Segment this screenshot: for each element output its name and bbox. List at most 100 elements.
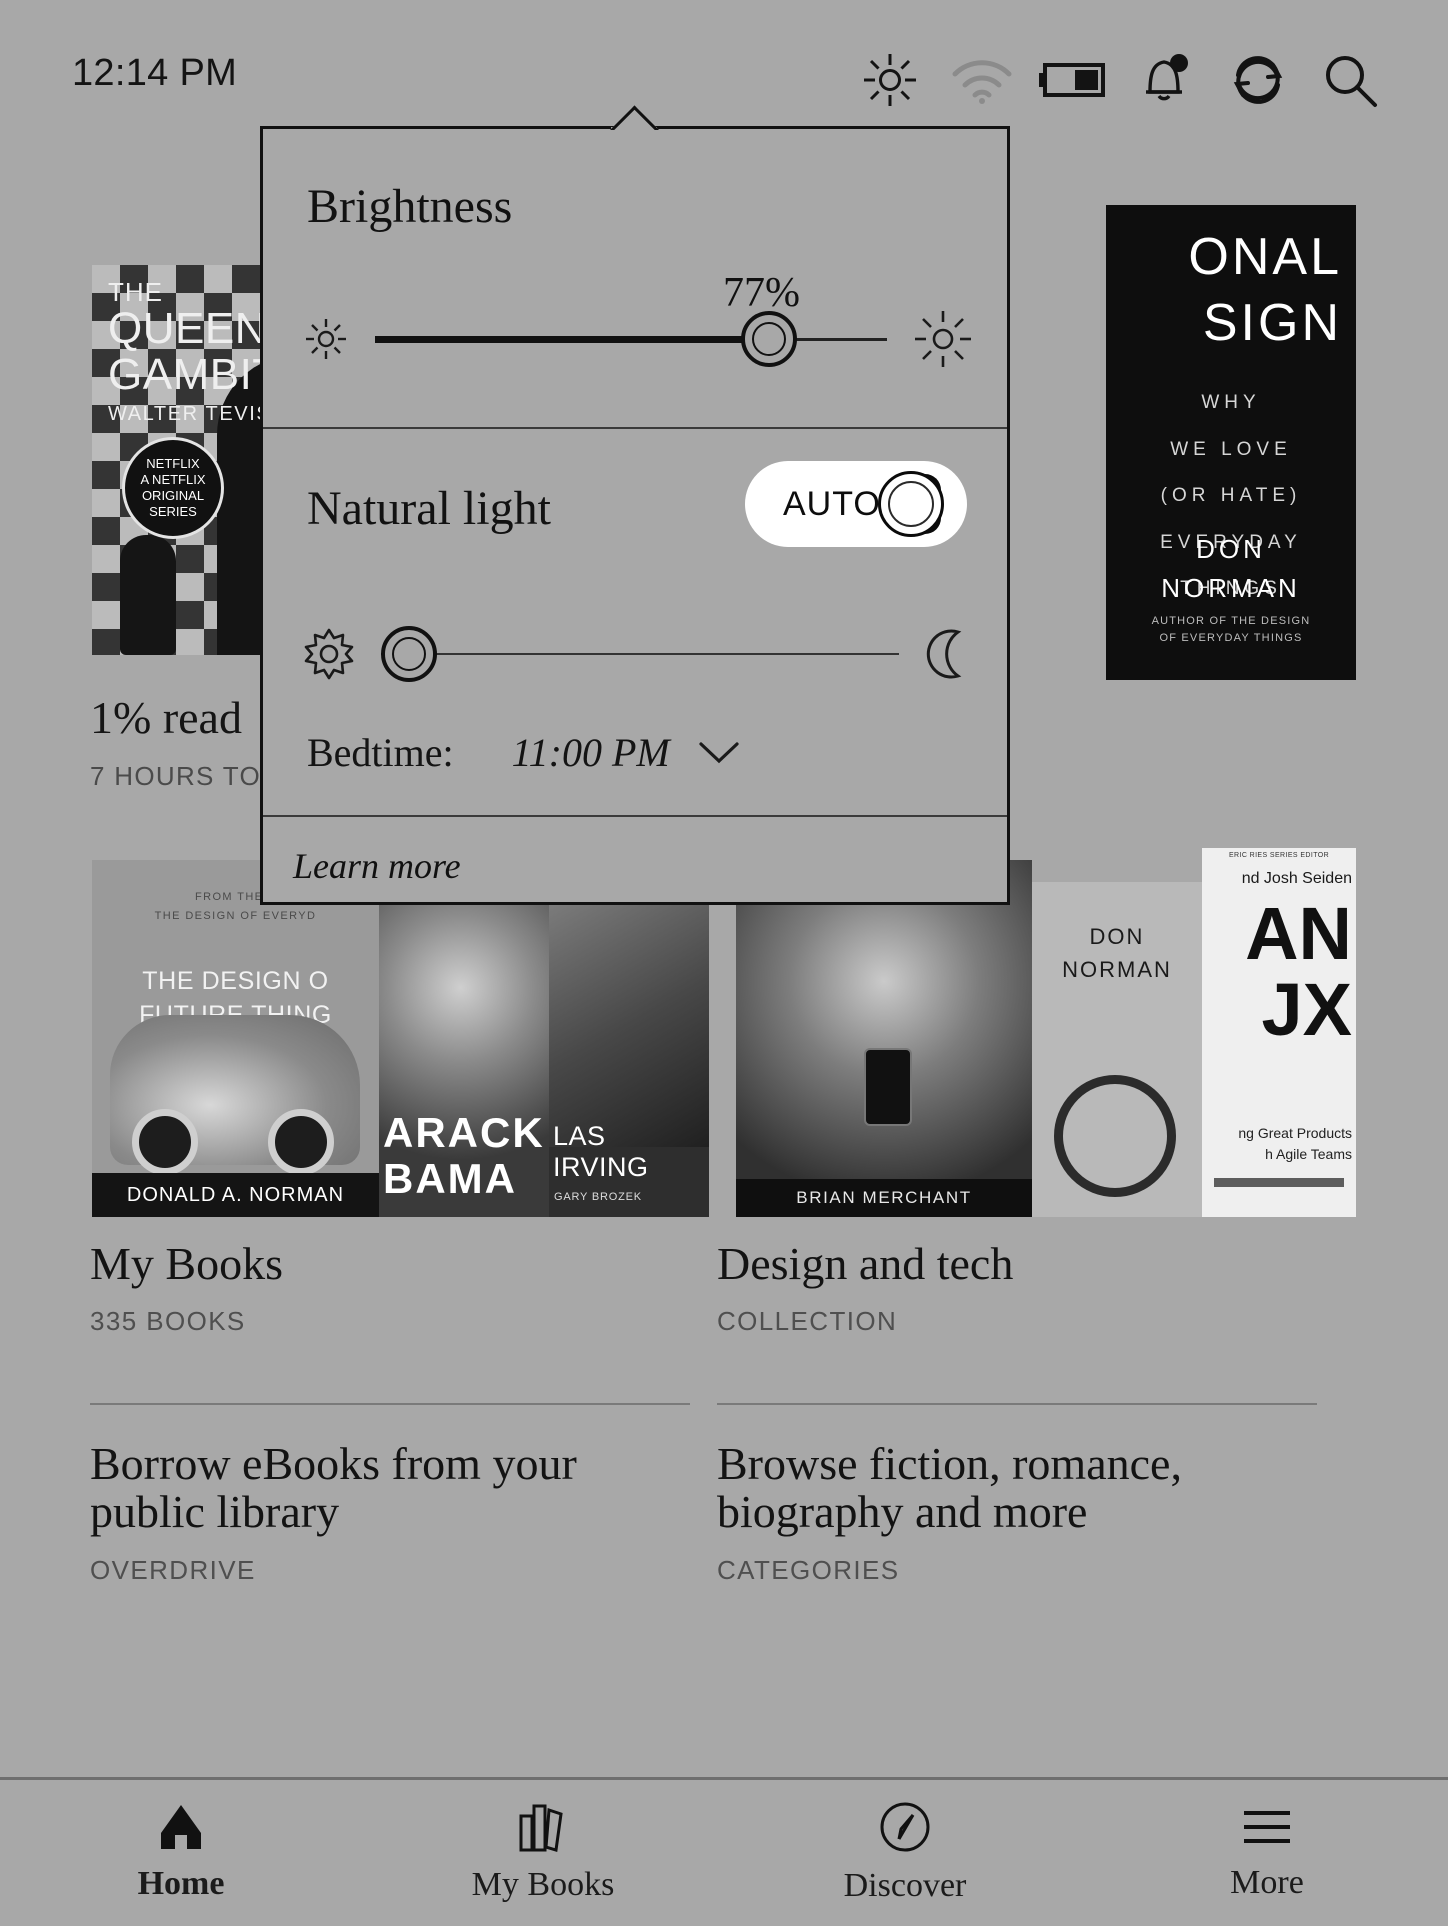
- natural-light-track[interactable]: [381, 624, 899, 684]
- books-icon: [515, 1802, 571, 1852]
- cover-author: GARY BROZEK: [554, 1191, 642, 1203]
- nav-label: My Books: [471, 1866, 615, 1903]
- wifi-icon[interactable]: [936, 44, 1028, 116]
- nav-item-more[interactable]: More: [1086, 1780, 1448, 1926]
- cover-photo: [736, 860, 1032, 1217]
- section-categories[interactable]: Browse fiction, romance, biography and m…: [717, 1438, 1277, 1586]
- clock: 12:14 PM: [72, 52, 238, 94]
- battery-icon[interactable]: [1028, 44, 1120, 116]
- navbar-items: Home My Books Discover More: [0, 1780, 1448, 1926]
- ereader-screen: 12:14 PM THE QUEEN'S GAMBIT WALTER TEVIS…: [0, 0, 1448, 1926]
- large-sun-icon: [913, 309, 973, 369]
- book-cover-irving[interactable]: RK TIMES BESTSELLER LAS IRVING GARY BROZ…: [549, 878, 709, 1217]
- book-cover-lean-ux[interactable]: ERIC RIES SERIES EDITOR nd Josh Seiden A…: [1202, 848, 1356, 1217]
- natural-light-slider[interactable]: [303, 624, 973, 684]
- section-subtitle: CATEGORIES: [717, 1554, 900, 1585]
- popup-pointer: [608, 104, 660, 130]
- nav-label: More: [1230, 1864, 1304, 1901]
- cover-author: DONALD A. NORMAN: [92, 1173, 379, 1217]
- natural-light-title: Natural light: [307, 482, 551, 535]
- brightness-thumb[interactable]: [741, 311, 798, 367]
- cover-device: [864, 1048, 912, 1126]
- cover-top: ERIC RIES SERIES EDITOR: [1228, 852, 1330, 859]
- brightness-popup[interactable]: Brightness 77% Natural light AUTO Bedtim…: [260, 105, 1010, 905]
- book-cover-don-norman[interactable]: DON NORMAN: [1032, 882, 1202, 1217]
- cover-wheel-2: [268, 1109, 334, 1175]
- hamburger-icon: [1239, 1804, 1295, 1850]
- section-title: Borrow eBooks from your public library: [90, 1438, 577, 1538]
- popup-divider-1: [263, 427, 1007, 429]
- cover-author: BRIAN MERCHANT: [736, 1179, 1032, 1217]
- small-sun-icon: [303, 316, 349, 362]
- cover-name: DON NORMAN: [1062, 924, 1172, 982]
- nav-label: Home: [137, 1865, 225, 1902]
- section-my-books[interactable]: My Books 335 BOOKS: [90, 1238, 283, 1337]
- divider-right: [717, 1403, 1317, 1405]
- section-design-and-tech[interactable]: Design and tech COLLECTION: [717, 1238, 1014, 1337]
- brightness-title: Brightness: [307, 180, 513, 233]
- compass-icon: [879, 1801, 931, 1853]
- section-title: Design and tech: [717, 1238, 1014, 1289]
- cover-name: LAS IRVING: [553, 1121, 649, 1182]
- auto-toggle-knob[interactable]: [878, 471, 944, 537]
- cover-bar: [1214, 1178, 1344, 1187]
- divider-left: [90, 1403, 690, 1405]
- bedtime-row[interactable]: Bedtime: 11:00 PM: [307, 729, 740, 776]
- nav-item-discover[interactable]: Discover: [724, 1780, 1086, 1926]
- sync-icon[interactable]: [1212, 44, 1304, 116]
- collection-covers: FROM THE A THE DESIGN OF EVERYD THE DESIG…: [0, 848, 1448, 1220]
- cover-subtitle: ng Great Products h Agile Teams: [1238, 1125, 1352, 1162]
- brightness-icon[interactable]: [844, 44, 936, 116]
- cover-line2: JX: [1261, 968, 1352, 1051]
- nav-label: Discover: [843, 1867, 967, 1904]
- book-cover-one-device[interactable]: BRIAN MERCHANT: [736, 860, 1032, 1217]
- learn-more-link[interactable]: Learn more: [293, 845, 461, 887]
- section-subtitle: 335 BOOKS: [90, 1306, 246, 1337]
- badge-line3: ORIGINAL SERIES: [141, 488, 205, 520]
- section-title: My Books: [90, 1238, 283, 1289]
- badge-line1: NETFLIX: [146, 455, 200, 471]
- cover-line1: ONAL: [1188, 228, 1342, 286]
- auto-toggle-track[interactable]: [878, 471, 944, 537]
- bedtime-value[interactable]: 11:00 PM: [512, 729, 670, 776]
- search-icon[interactable]: [1304, 44, 1396, 116]
- cover-pawn: [120, 535, 176, 655]
- brightness-track[interactable]: [375, 309, 887, 369]
- auto-toggle[interactable]: AUTO: [745, 461, 967, 547]
- cover-teapot: [1054, 1075, 1176, 1197]
- nav-item-my-books[interactable]: My Books: [362, 1780, 724, 1926]
- cover-footer: AUTHOR OF THE DESIGN OF EVERYDAY THINGS: [1151, 615, 1311, 644]
- cover-wheel-1: [132, 1109, 198, 1175]
- section-overdrive[interactable]: Borrow eBooks from your public library O…: [90, 1438, 650, 1586]
- bedtime-label: Bedtime:: [307, 730, 454, 775]
- cover-line2: SIGN: [1202, 294, 1342, 352]
- cover-name1: ARACK: [383, 1109, 545, 1156]
- brightness-track-fill: [375, 335, 770, 343]
- cover-author: nd Josh Seiden: [1241, 870, 1352, 887]
- badge-line2: A NETFLIX: [140, 471, 206, 487]
- status-bar-icons: [844, 44, 1396, 116]
- cover-line1: AN: [1245, 892, 1352, 975]
- cover-author: DON NORMAN: [1161, 534, 1301, 603]
- brightness-slider[interactable]: [303, 309, 973, 369]
- notifications-bell-icon[interactable]: [1120, 44, 1212, 116]
- cover-name2: BAMA: [383, 1155, 517, 1202]
- book-cover-emotional-design[interactable]: ONAL SIGN WHY WE LOVE (OR HATE) EVERYDAY THI…: [1106, 205, 1356, 680]
- nav-item-home[interactable]: Home: [0, 1780, 362, 1926]
- home-icon: [156, 1803, 206, 1851]
- moon-icon: [925, 628, 973, 680]
- netflix-badge: NETFLIX A NETFLIX ORIGINAL SERIES: [122, 437, 224, 539]
- auto-label: AUTO: [783, 484, 881, 523]
- natural-light-thumb[interactable]: [381, 626, 437, 682]
- sun-burst-icon: [303, 628, 355, 680]
- section-subtitle: OVERDRIVE: [90, 1554, 256, 1585]
- section-subtitle: COLLECTION: [717, 1306, 898, 1337]
- natural-light-track-bg: [381, 653, 899, 655]
- chevron-down-icon[interactable]: [698, 740, 740, 766]
- cover-photo: [549, 902, 709, 1147]
- book-cover-design-future-things[interactable]: FROM THE A THE DESIGN OF EVERYD THE DESIG…: [92, 860, 379, 1217]
- book-cover-obama[interactable]: BESTSELLER ARACK BAMA: [379, 880, 549, 1217]
- bottom-navbar: Home My Books Discover More: [0, 1777, 1448, 1926]
- section-title: Browse fiction, romance, biography and m…: [717, 1438, 1182, 1538]
- popup-divider-2: [263, 815, 1007, 817]
